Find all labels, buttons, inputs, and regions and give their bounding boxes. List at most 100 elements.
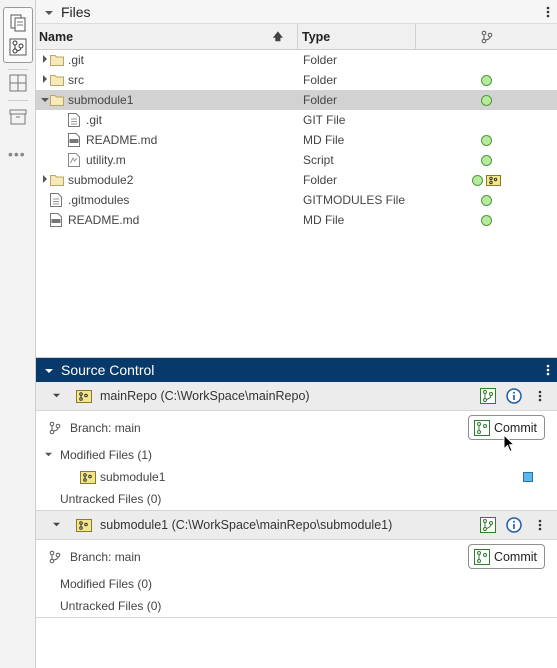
repo-header-mainrepo[interactable]: mainRepo (C:\WorkSpace\mainRepo) — [36, 382, 557, 411]
source-control-menu-icon[interactable] — [539, 361, 557, 379]
commit-icon — [473, 419, 490, 436]
file-name: submodule1 — [68, 93, 134, 107]
markdown-file-icon — [68, 133, 82, 147]
unmodified-status-icon — [481, 74, 492, 86]
commit-button[interactable]: Commit — [467, 544, 545, 569]
branch-row: Branch: main Commit — [36, 411, 557, 444]
column-header-name[interactable]: Name 🡅 — [36, 24, 298, 49]
file-row[interactable]: .git Folder — [36, 50, 557, 70]
file-name-cell: src — [36, 70, 298, 90]
untracked-files-row: Untracked Files (0) — [36, 488, 557, 510]
source-control-status — [416, 74, 557, 86]
repo-divider — [36, 617, 557, 618]
source-control-status — [416, 194, 557, 206]
chevron-right-icon[interactable] — [40, 55, 50, 65]
repo-name: submodule1 (C:\WorkSpace\mainRepo\submod… — [100, 518, 393, 532]
file-name: src — [68, 73, 84, 87]
file-name: README.md — [68, 213, 140, 227]
source-control-status — [416, 174, 557, 186]
files-table-header: Name 🡅 Type — [36, 24, 557, 50]
file-row[interactable]: README.md MD File — [36, 130, 557, 150]
file-name: .git — [86, 113, 103, 127]
branch-row: Branch: main Commit — [36, 540, 557, 573]
file-name-cell: utility.m — [36, 150, 298, 170]
modified-status-icon — [523, 472, 533, 482]
column-header-type[interactable]: Type — [298, 24, 416, 49]
modified-file-row[interactable]: submodule1 — [36, 466, 557, 488]
repo-name: mainRepo (C:\WorkSpace\mainRepo) — [100, 389, 310, 403]
files-panel-menu-icon[interactable] — [539, 3, 557, 21]
chevron-down-icon[interactable] — [40, 96, 50, 105]
mouse-cursor-icon — [503, 434, 515, 453]
commit-icon — [473, 548, 490, 565]
chevron-down-icon[interactable] — [44, 4, 54, 20]
info-icon[interactable] — [505, 516, 523, 534]
left-toolstrip: ••• — [0, 0, 36, 668]
repo-menu-icon[interactable] — [531, 516, 549, 534]
file-row[interactable]: .gitmodules GITMODULES File — [36, 190, 557, 210]
archive-icon[interactable] — [5, 104, 31, 130]
column-header-source-control[interactable] — [416, 24, 557, 49]
file-type: GIT File — [303, 113, 346, 127]
unmodified-status-icon — [481, 154, 492, 166]
repository-icon — [76, 518, 92, 532]
file-row[interactable]: utility.m Script — [36, 150, 557, 170]
files-panel-header: Files — [36, 0, 557, 24]
more-tools-icon[interactable]: ••• — [8, 146, 26, 162]
unmodified-status-icon — [481, 94, 492, 106]
script-file-icon — [68, 153, 82, 167]
file-row[interactable]: submodule2 Folder — [36, 170, 557, 190]
modified-files-header: Modified Files (0) — [60, 577, 153, 591]
file-row[interactable]: README.md MD File — [36, 210, 557, 230]
chevron-down-icon[interactable] — [52, 391, 62, 401]
column-type-label: Type — [302, 29, 331, 44]
file-row[interactable]: submodule1 Folder — [36, 90, 557, 110]
sort-ascending-icon: 🡅 — [272, 32, 283, 43]
source-control-status — [416, 94, 557, 106]
file-type: Folder — [303, 173, 338, 187]
commit-label: Commit — [493, 420, 537, 435]
files-panel-icon[interactable] — [5, 10, 31, 36]
source-control-status — [416, 134, 557, 146]
file-row[interactable]: .git GIT File — [36, 110, 557, 130]
branch-manager-icon[interactable] — [479, 516, 497, 534]
folder-icon — [50, 53, 64, 67]
markdown-file-icon — [50, 213, 64, 227]
file-type: Folder — [303, 53, 338, 67]
file-row[interactable]: src Folder — [36, 70, 557, 90]
chevron-right-icon[interactable] — [40, 175, 50, 185]
column-name-label: Name — [39, 29, 74, 44]
submodule-icon — [80, 470, 96, 484]
files-panel: Files Name 🡅 Type .git Folder src Folder sub… — [36, 0, 557, 358]
branch-manager-icon[interactable] — [479, 387, 497, 405]
file-name-cell: .git — [36, 50, 298, 70]
repo-header-submodule1[interactable]: submodule1 (C:\WorkSpace\mainRepo\submod… — [36, 511, 557, 540]
repo-menu-icon[interactable] — [531, 387, 549, 405]
chevron-right-icon[interactable] — [40, 75, 50, 85]
unmodified-status-icon — [481, 194, 492, 206]
file-name-cell: .gitmodules — [36, 190, 298, 210]
unmodified-status-icon — [481, 134, 492, 146]
unmodified-status-icon — [481, 214, 492, 226]
source-control-header: Source Control — [36, 358, 557, 382]
modified-file-name: submodule1 — [100, 470, 166, 484]
chevron-down-icon[interactable] — [44, 362, 54, 378]
layout-grid-icon[interactable] — [5, 70, 31, 96]
branch-icon — [48, 550, 62, 564]
file-name-cell: submodule2 — [36, 170, 298, 190]
chevron-down-icon[interactable] — [44, 451, 54, 460]
folder-icon — [50, 93, 64, 107]
info-icon[interactable] — [505, 387, 523, 405]
toolstrip-divider — [8, 100, 28, 101]
file-icon — [50, 193, 64, 207]
file-name-cell: .git — [36, 110, 298, 130]
modified-files-section[interactable]: Modified Files (1) — [36, 444, 557, 466]
file-type: GITMODULES File — [303, 193, 406, 207]
file-type: MD File — [303, 213, 345, 227]
chevron-down-icon[interactable] — [52, 520, 62, 530]
file-name: utility.m — [86, 153, 126, 167]
source-control-panel-icon[interactable] — [5, 34, 31, 60]
file-icon — [68, 113, 82, 127]
file-type: MD File — [303, 133, 345, 147]
untracked-files-label: Untracked Files (0) — [60, 599, 162, 613]
